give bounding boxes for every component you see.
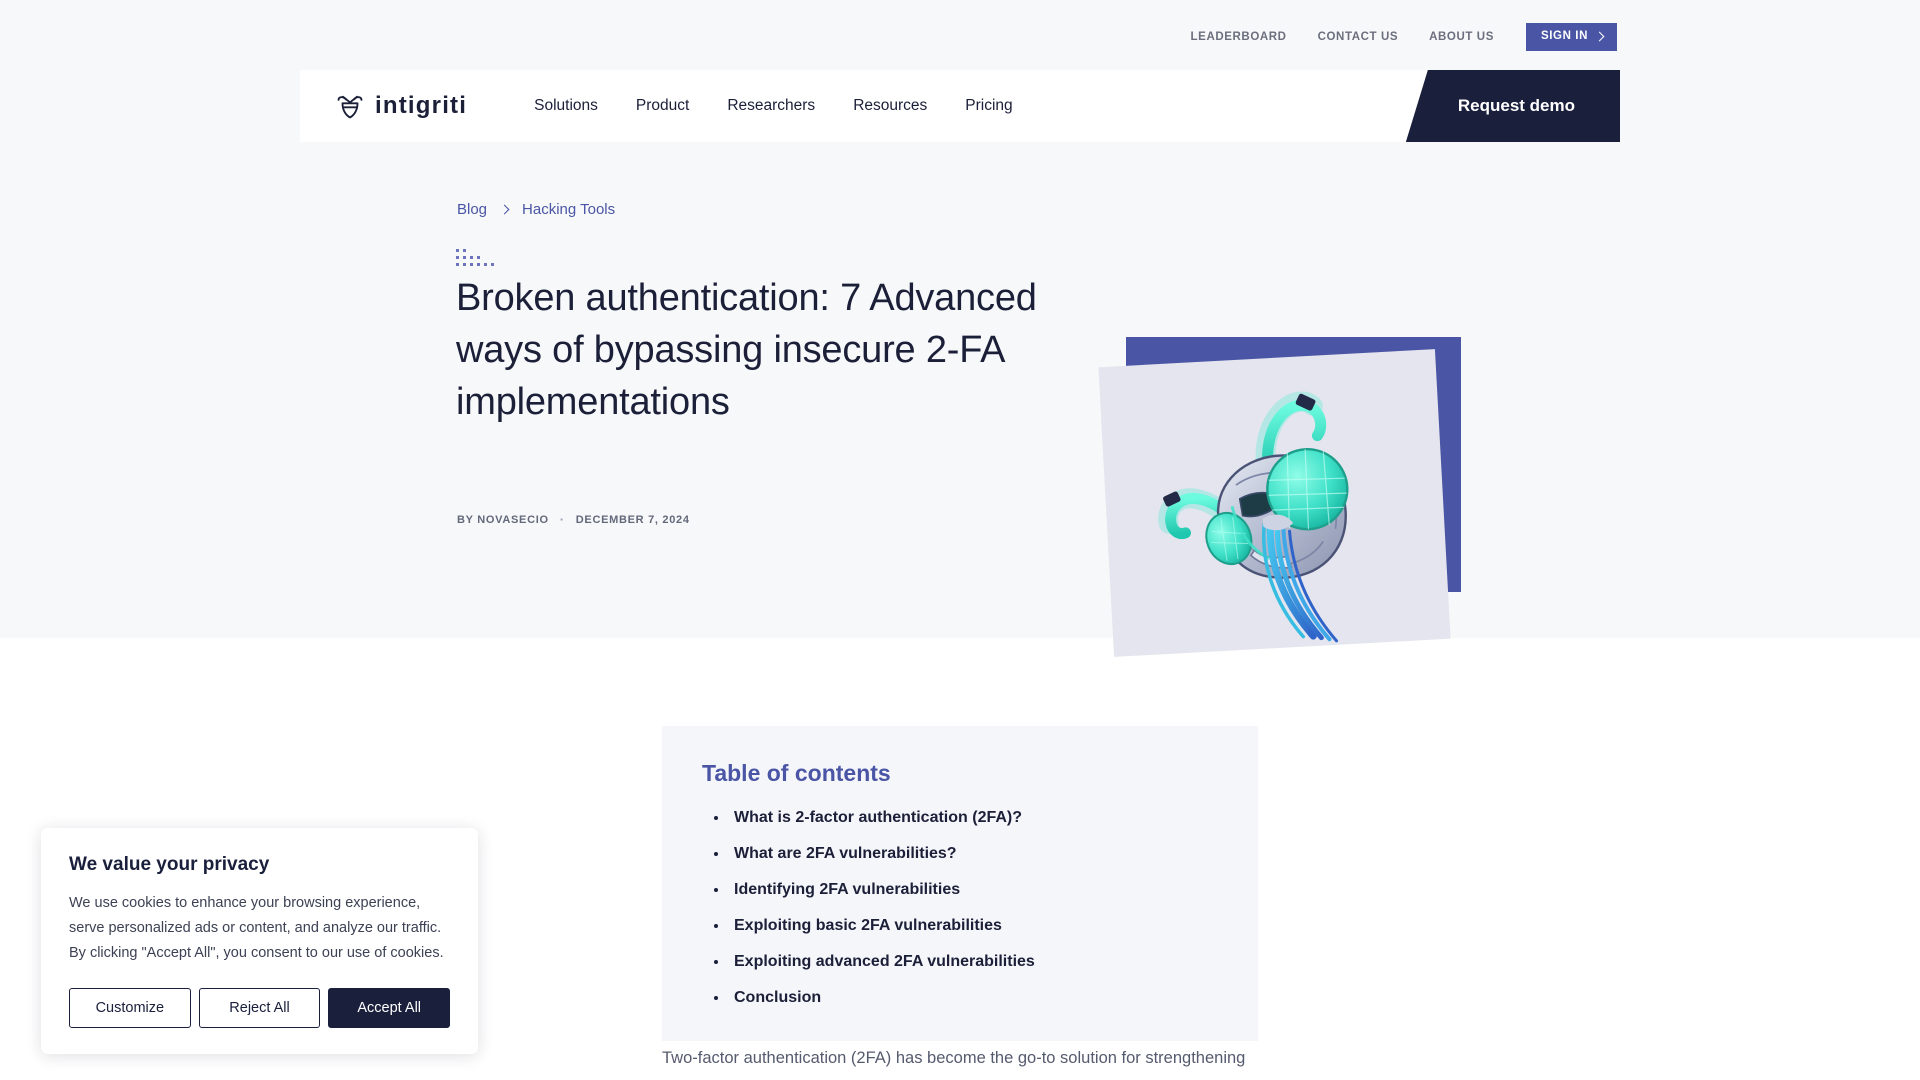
article-author: BY NOVASECIO [457,513,549,526]
main-navigation: Solutions Product Researchers Resources … [515,97,1032,115]
request-demo-button[interactable]: Request demo [1405,70,1620,142]
toc-item[interactable]: What is 2-factor authentication (2FA)? [702,809,1218,827]
article-date: DECEMBER 7, 2024 [575,513,690,526]
robotic-creature-illustration [1158,391,1349,643]
reject-all-cookies-button[interactable]: Reject All [198,988,321,1028]
toc-item[interactable]: Exploiting basic 2FA vulnerabilities [702,917,1218,935]
toc-item[interactable]: Exploiting advanced 2FA vulnerabilities [702,953,1218,971]
customize-cookies-button[interactable]: Customize [69,988,191,1028]
toc-item[interactable]: Identifying 2FA vulnerabilities [702,881,1218,899]
nav-item-pricing[interactable]: Pricing [946,97,1031,115]
utility-bar: LEADERBOARD CONTACT US ABOUT US SIGN IN [0,20,1920,54]
chevron-right-icon [1594,31,1605,42]
breadcrumb: Blog Hacking Tools [457,201,615,218]
cookie-banner-actions: Customize Reject All Accept All [69,988,451,1028]
cookie-banner-title: We value your privacy [69,854,270,875]
nav-item-resources[interactable]: Resources [834,97,946,115]
utility-link-leaderboard[interactable]: LEADERBOARD [1191,31,1287,43]
intigriti-bee-logo-icon [337,95,363,119]
cookie-consent-banner: We value your privacy We use cookies to … [41,828,478,1054]
toc-title: Table of contents [702,760,891,786]
hero-image-card [1098,349,1451,657]
article-body-paragraph: Two-factor authentication (2FA) has beco… [662,1049,1246,1067]
breadcrumb-item-hacking-tools[interactable]: Hacking Tools [522,201,615,218]
site-header: intigriti Solutions Product Researchers … [300,70,1620,142]
toc-item[interactable]: Conclusion [702,989,1218,1007]
page-root: LEADERBOARD CONTACT US ABOUT US SIGN IN … [0,0,1920,1080]
toc-item[interactable]: What are 2FA vulnerabilities? [702,845,1218,863]
sign-in-button[interactable]: SIGN IN [1525,23,1617,51]
article-byline: BY NOVASECIO · DECEMBER 7, 2024 [457,512,690,527]
nav-item-researchers[interactable]: Researchers [708,97,834,115]
nav-item-product[interactable]: Product [617,97,708,115]
sign-in-label: SIGN IN [1540,30,1588,43]
hero-illustration [1090,325,1510,705]
page-title: Broken authentication: 7 Advanced ways o… [456,277,1037,423]
site-logo[interactable]: intigriti [335,91,467,121]
dot-grid-ornament [456,249,496,271]
breadcrumb-item-blog[interactable]: Blog [457,201,487,218]
byline-separator: · [559,512,565,527]
utility-link-contact-us[interactable]: CONTACT US [1318,31,1399,43]
utility-link-about-us[interactable]: ABOUT US [1429,31,1494,43]
accept-all-cookies-button[interactable]: Accept All [328,988,451,1028]
nav-item-solutions[interactable]: Solutions [515,97,617,115]
toc-list: What is 2-factor authentication (2FA)? W… [702,809,1218,1007]
cookie-banner-text: We use cookies to enhance your browsing … [69,895,444,961]
site-logo-text: intigriti [375,92,468,119]
chevron-right-icon [499,204,510,215]
table-of-contents: Table of contents What is 2-factor authe… [662,726,1258,1041]
